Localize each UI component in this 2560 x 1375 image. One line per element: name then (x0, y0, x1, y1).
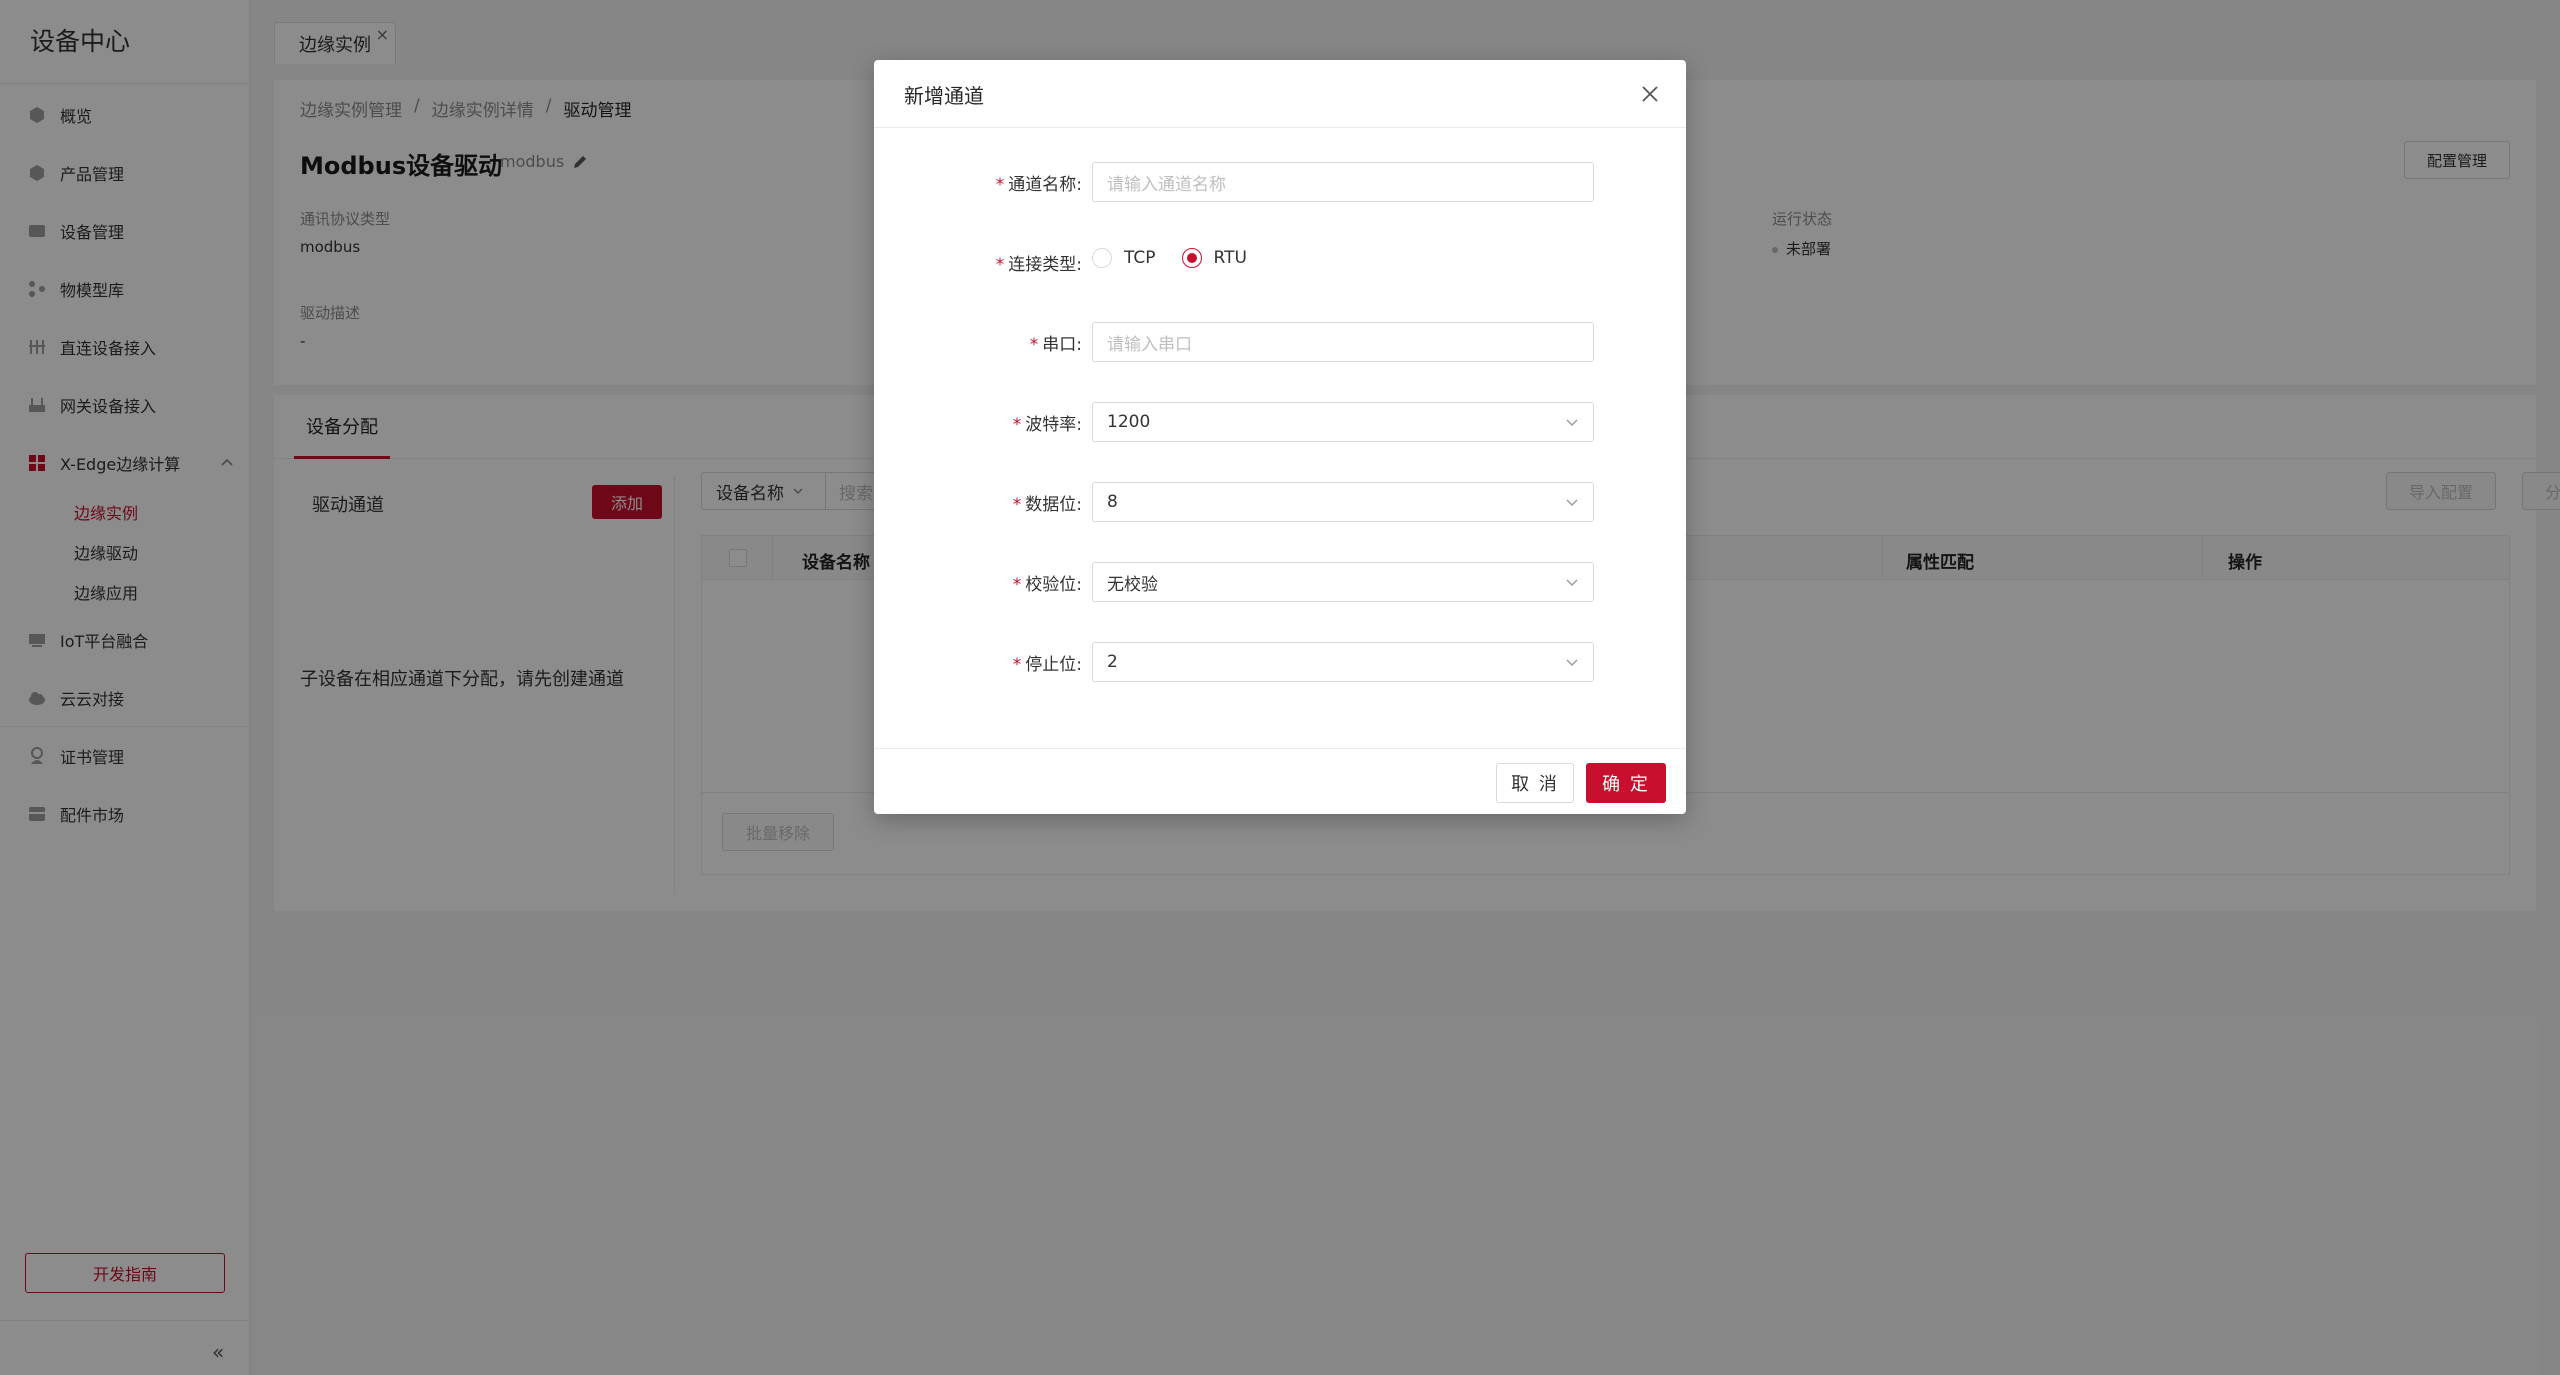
radio-label-tcp[interactable]: TCP (1124, 248, 1156, 268)
new-channel-dialog: 新增通道 * 通道名称: 请输入通道名称 * 连接类型: TCP RTU * 串口: … (874, 60, 1686, 814)
label-colon: : (1076, 495, 1082, 515)
form-row-parity: * 校验位: 无校验 (874, 562, 1686, 602)
parity-select[interactable]: 无校验 (1092, 562, 1594, 602)
label-text: 校验位 (1025, 575, 1077, 595)
chevron-down-icon (1566, 659, 1578, 666)
conn-type-radio-group: TCP RTU (1092, 248, 1273, 268)
label-colon: : (1076, 655, 1082, 675)
cancel-button[interactable]: 取 消 (1496, 763, 1574, 803)
radio-tcp[interactable] (1092, 248, 1112, 268)
form-label: * 数据位: (1013, 490, 1082, 515)
radio-rtu[interactable] (1181, 248, 1202, 268)
form-row-name: * 通道名称: 请输入通道名称 (874, 162, 1686, 202)
dialog-title: 新增通道 (904, 84, 984, 108)
form-row-conn: * 连接类型: TCP RTU (874, 242, 1686, 282)
select-value: 1200 (1107, 412, 1151, 432)
data-bits-select[interactable]: 8 (1092, 482, 1594, 522)
label-text: 通道名称 (1008, 175, 1077, 195)
required-mark: * (1012, 495, 1022, 515)
dialog-header: 新增通道 (874, 60, 1686, 128)
required-mark: * (1012, 575, 1022, 595)
form-row-stopbits: * 停止位: 2 (874, 642, 1686, 682)
baud-rate-select[interactable]: 1200 (1092, 402, 1594, 442)
form-row-databits: * 数据位: 8 (874, 482, 1686, 522)
form-label: * 通道名称: (996, 170, 1082, 195)
label-text: 串口 (1042, 335, 1077, 355)
channel-name-input[interactable]: 请输入通道名称 (1092, 162, 1594, 202)
select-value: 2 (1107, 652, 1118, 672)
close-icon[interactable] (1640, 84, 1660, 104)
form-row-baud: * 波特率: 1200 (874, 402, 1686, 442)
required-mark: * (1029, 335, 1039, 355)
select-value: 无校验 (1107, 574, 1158, 595)
required-mark: * (995, 175, 1005, 195)
form-label: * 串口: (1030, 330, 1082, 355)
dialog-footer: 取 消 确 定 (874, 748, 1686, 814)
stop-bits-select[interactable]: 2 (1092, 642, 1594, 682)
label-colon: : (1076, 415, 1082, 435)
label-text: 连接类型 (1008, 255, 1077, 275)
required-mark: * (1012, 415, 1022, 435)
label-colon: : (1076, 335, 1082, 355)
form-label: * 校验位: (1013, 570, 1082, 595)
chevron-down-icon (1566, 579, 1578, 586)
form-row-serial: * 串口: 请输入串口 (874, 322, 1686, 362)
required-mark: * (1012, 655, 1022, 675)
required-mark: * (995, 255, 1005, 275)
form-label: * 波特率: (1013, 410, 1082, 435)
label-text: 停止位 (1025, 655, 1077, 675)
label-text: 数据位 (1025, 495, 1077, 515)
chevron-down-icon (1566, 499, 1578, 506)
radio-label-rtu[interactable]: RTU (1214, 248, 1247, 268)
confirm-button[interactable]: 确 定 (1586, 763, 1666, 803)
label-colon: : (1076, 175, 1082, 195)
select-value: 8 (1107, 492, 1118, 512)
label-text: 波特率 (1025, 415, 1077, 435)
label-colon: : (1076, 575, 1082, 595)
form-label: * 连接类型: (996, 250, 1082, 275)
form-label: * 停止位: (1013, 650, 1082, 675)
label-colon: : (1076, 255, 1082, 275)
serial-port-input[interactable]: 请输入串口 (1092, 322, 1594, 362)
chevron-down-icon (1566, 419, 1578, 426)
